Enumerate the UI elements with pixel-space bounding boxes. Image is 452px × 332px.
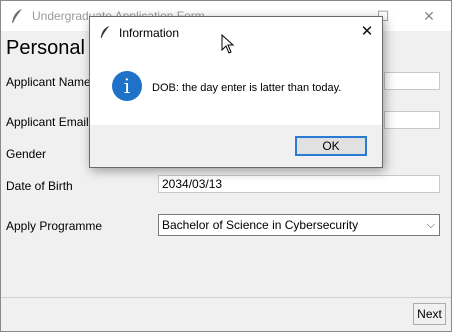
applicant-name-label: Applicant Name — [6, 75, 91, 89]
programme-label: Apply Programme — [6, 219, 103, 233]
information-dialog: Information ✕ i DOB: the day enter is la… — [89, 16, 383, 168]
programme-select[interactable]: Bachelor of Science in Cybersecurity ⌵ — [158, 214, 440, 236]
info-icon: i — [112, 71, 142, 101]
dialog-message: DOB: the day enter is latter than today. — [152, 82, 342, 94]
ok-button[interactable]: OK — [295, 136, 367, 156]
dialog-close-button[interactable]: ✕ — [352, 17, 382, 47]
applicant-email-input[interactable] — [384, 111, 440, 129]
chevron-down-icon: ⌵ — [426, 219, 435, 231]
feather-icon — [100, 26, 110, 38]
programme-select-value: Bachelor of Science in Cybersecurity — [162, 218, 359, 232]
dob-input[interactable]: 2034/03/13 — [158, 175, 440, 193]
gender-label: Gender — [6, 147, 47, 161]
close-button[interactable]: ✕ — [409, 1, 449, 31]
applicant-email-label: Applicant Email — [6, 115, 89, 129]
footer-divider — [1, 297, 451, 298]
next-button[interactable]: Next — [413, 303, 446, 325]
applicant-name-input[interactable] — [384, 72, 440, 90]
dialog-title-bar: Information ✕ — [90, 17, 382, 47]
feather-icon — [12, 9, 22, 23]
section-heading: Personal — [6, 37, 85, 59]
dialog-title: Information — [119, 26, 180, 40]
dob-label: Date of Birth — [6, 179, 73, 193]
mouse-cursor-icon — [221, 34, 235, 54]
